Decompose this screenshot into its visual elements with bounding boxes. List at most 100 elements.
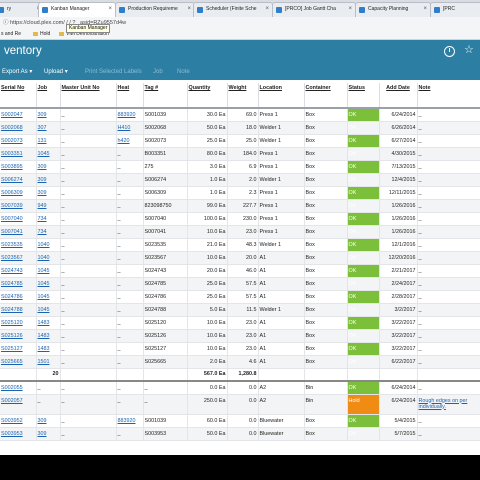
star-icon[interactable]: ☆ [464,43,474,56]
browser-tab[interactable]: Scheduler (Finite Sche × [193,2,273,17]
job-link[interactable]: 309 [36,160,61,174]
serial-no-link[interactable]: S007041 [0,225,37,239]
serial-no-link[interactable]: S006274 [0,173,37,187]
job-link[interactable]: 131 [36,134,61,148]
table-row[interactable]: S025127 1483 _ _ S025127 10.0 Ea 23.0 A1 Box OK 3/… [0,342,480,356]
close-tab-icon[interactable]: × [108,3,112,16]
table-row[interactable]: S003953 309 _ _ S003953 50.0 Ea 0.0 Bluewater Bo… [0,427,480,441]
browser-tab[interactable]: Kanban Manager × [38,2,116,17]
note-cell[interactable]: Rough edges on per individually. [417,394,480,415]
table-row[interactable]: S024785 1045 _ _ S024785 25.0 Ea 57.5 A1 Box OK 2/… [0,277,480,291]
serial-no-link[interactable]: S023567 [0,251,37,265]
serial-no-link[interactable]: S003953 [0,427,37,441]
table-row[interactable]: S023535 1040 _ _ S023535 21.0 Ea 48.3 Welder 1B… [0,238,480,252]
job-link[interactable]: 734 [36,225,61,239]
job-link[interactable]: 307 [36,121,61,135]
table-row[interactable]: S002055 _ _ _ _ 0.0 Ea 0.0 A2 Bin OK 6/24/2014 _ [0,381,480,395]
col-add-date[interactable]: Add Date [379,83,418,109]
table-row[interactable]: S025665 1501 _ _ S025665 2.0 Ea 4.6 A1 Box OK 6/22… [0,355,480,369]
table-row[interactable]: S007041 734 _ _ S007041 10.0 Ea 23.0 Press 1 Box… [0,225,480,239]
table-row[interactable]: S002068 307 _ H410 S002068 50.0 Ea 18.0 Welder … [0,121,480,135]
job-link[interactable]: 1045 [36,277,61,291]
upload-menu[interactable]: Upload ▾ [44,64,68,80]
serial-no-link[interactable]: S024785 [0,277,37,291]
clock-icon[interactable] [444,46,455,57]
table-row[interactable]: S002047 309 _ 883920 S001039 30.0 Ea 69.0 Press… [0,108,480,122]
serial-no-link[interactable]: S024786 [0,290,37,304]
heat-link[interactable]: H410 [116,121,144,135]
serial-no-link[interactable]: S024788 [0,303,37,317]
col-heat[interactable]: Heat [116,83,144,109]
col-location[interactable]: Location [258,83,305,109]
job-link[interactable]: 1501 [36,355,61,369]
bookmark-item[interactable]: s and Re [1,29,21,40]
table-row[interactable]: S024743 1045 _ _ S024743 20.0 Ea 46.0 A1 Box OK 2/… [0,264,480,278]
table-row[interactable]: S003952 309 _ 883920 S001039 60.0 Ea 0.0 Bluewa… [0,414,480,428]
table-row[interactable]: S025120 1483 _ _ S025120 10.0 Ea 23.0 A1 Box OK 3/… [0,316,480,330]
table-row[interactable]: S003895 309 _ _ 275 3.0 Ea 6.9 Press 1 Box OK 7/13… [0,160,480,174]
table-row[interactable]: S023567 1040 _ _ S023567 10.0 Ea 20.0 A1 Box OK 12… [0,251,480,265]
close-tab-icon[interactable]: × [423,3,427,16]
browser-tab[interactable]: [PRCO] Job Gantt Cha × [272,2,356,17]
heat-link[interactable]: h420 [116,134,144,148]
serial-no-link[interactable]: S006309 [0,186,37,200]
job-link[interactable]: 309 [36,108,61,122]
job-link[interactable]: 309 [36,414,61,428]
job-link[interactable]: 309 [36,427,61,441]
close-tab-icon[interactable]: × [265,3,269,16]
serial-no-link[interactable]: S002073 [0,134,37,148]
serial-no-link[interactable]: S025665 [0,355,37,369]
job-link[interactable]: 1045 [36,303,61,317]
job-link[interactable]: 1040 [36,238,61,252]
serial-no-link[interactable]: S025120 [0,316,37,330]
job-link[interactable]: 309 [36,173,61,187]
heat-link[interactable]: 883920 [116,414,144,428]
col-weight[interactable]: Weight [227,83,259,109]
browser-tab[interactable]: Capacity Planning × [355,2,431,17]
close-tab-icon[interactable]: × [187,3,191,16]
table-row[interactable]: S006309 309 _ _ S006309 1.0 Ea 2.3 Press 1 Box OK… [0,186,480,200]
col-job[interactable]: Job [36,83,61,109]
job-link[interactable]: 734 [36,212,61,226]
serial-no-link[interactable]: S007039 [0,199,37,213]
serial-no-link[interactable]: S003952 [0,414,37,428]
table-row[interactable]: S002073 131 _ h420 S002073 25.0 Ea 25.0 Welder … [0,134,480,148]
job-link[interactable]: 1483 [36,329,61,343]
serial-no-link[interactable]: S003351 [0,147,37,161]
serial-no-link[interactable]: S025126 [0,329,37,343]
col-master-unit-no[interactable]: Master Unit No [60,83,117,109]
browser-tab[interactable]: [PRC× [430,2,480,17]
col-note[interactable]: Note [417,83,480,109]
table-row[interactable]: S024786 1045 _ _ S024786 25.0 Ea 57.5 A1 Box OK 2/… [0,290,480,304]
note-button[interactable]: Note [177,64,190,80]
job-link[interactable]: 1483 [36,316,61,330]
print-selected-labels-button[interactable]: Print Selected Labels [85,64,142,80]
serial-no-link[interactable]: S003895 [0,160,37,174]
serial-no-link[interactable]: S025127 [0,342,37,356]
job-link[interactable]: 1045 [36,264,61,278]
job-link[interactable]: 1483 [36,342,61,356]
table-row[interactable]: S024788 1045 _ _ S024788 5.0 Ea 11.5 Welder 1 Bo… [0,303,480,317]
job-link[interactable]: 1045 [36,147,61,161]
export-as-menu[interactable]: Export As ▾ [2,64,32,80]
serial-no-link[interactable]: S002057 [0,394,37,415]
job-link[interactable]: 309 [36,186,61,200]
table-row[interactable]: S007039 949 _ _ 823098750 99.0 Ea 227.7 Press 1… [0,199,480,213]
table-row[interactable]: S003351 1045 _ _ B003351 80.0 Ea 184.0 Press 1B… [0,147,480,161]
serial-no-link[interactable]: S002047 [0,108,37,122]
col-serial-no[interactable]: Serial No [0,83,37,109]
browser-tab[interactable]: Production Requireme × [115,2,195,17]
col-container[interactable]: Container [304,83,348,109]
table-row[interactable]: S002057 _ _ _ _ 250.0 Ea 0.0 A2 Bin Hold 6/24/2014… [0,394,480,415]
table-row[interactable]: S025126 1483 _ _ S025126 10.0 Ea 23.0 A1 Box OK 3/… [0,329,480,343]
col-tag[interactable]: Tag # [143,83,188,109]
serial-no-link[interactable]: S002055 [0,381,37,395]
job-link[interactable]: 1040 [36,251,61,265]
serial-no-link[interactable]: S024743 [0,264,37,278]
table-row[interactable]: S006274 309 _ _ S006274 1.0 Ea 2.0 Welder 1 Box O… [0,173,480,187]
job-button[interactable]: Job [153,64,163,80]
serial-no-link[interactable]: S007040 [0,212,37,226]
job-link[interactable]: 1045 [36,290,61,304]
serial-no-link[interactable]: S002068 [0,121,37,135]
col-status[interactable]: Status [347,83,380,109]
